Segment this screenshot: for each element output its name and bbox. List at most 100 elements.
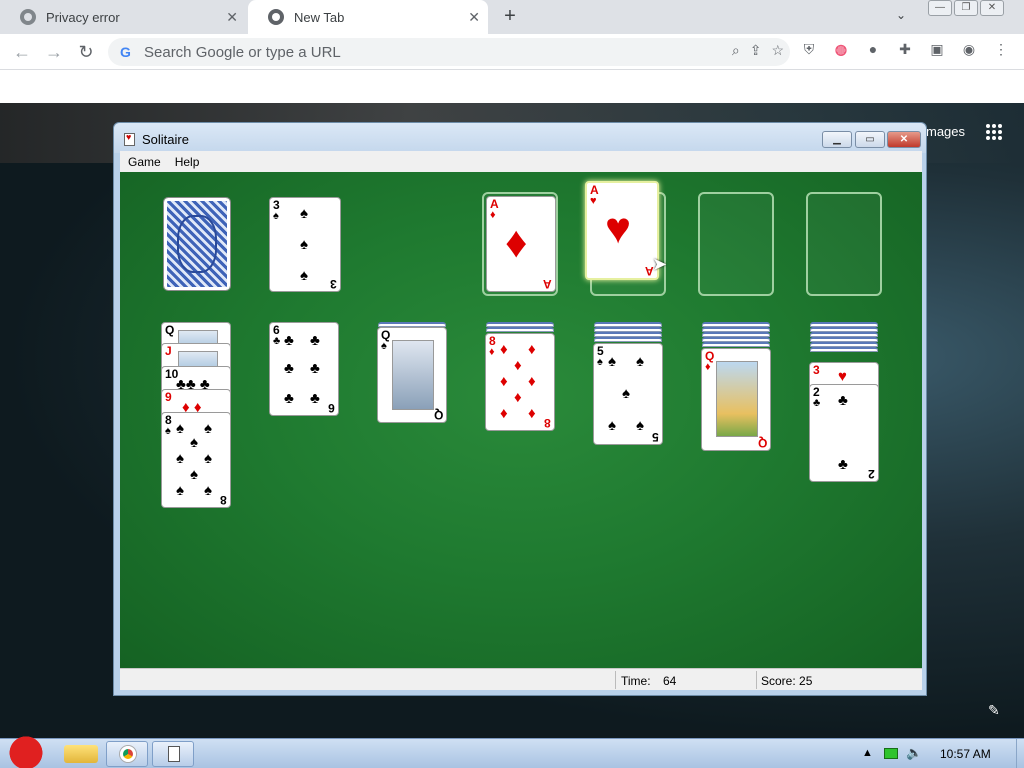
facedown-card-edge (810, 347, 878, 352)
spade-pip-icon: ♠ (204, 420, 212, 437)
card-rank-bottom: 8 (220, 493, 227, 507)
close-button[interactable]: ✕ (887, 131, 921, 148)
globe-icon (20, 9, 36, 25)
volume-icon[interactable]: 🔈 (906, 745, 922, 761)
tableau-card[interactable]: 5 ♠ ♠ ♠ ♠ ♠ ♠ 5 (593, 343, 663, 445)
tab-privacy-error[interactable]: Privacy error ✕ (0, 0, 246, 34)
shield-icon[interactable]: ⛨ (800, 40, 818, 58)
start-button[interactable] (4, 733, 48, 768)
facedown-card-edge (486, 327, 554, 332)
diamond-pip-icon: ♦ (514, 389, 522, 406)
game-table: 3 ♠ ♠ ♠ ♠ 3 A ♦ ♦ A A ♥ ♥ A ➤ Q J 10 ♣♣ … (120, 172, 922, 668)
menu-icon[interactable]: ⋮ (992, 40, 1010, 58)
chrome-icon (120, 746, 136, 762)
window-title: Solitaire (142, 132, 189, 147)
tab-new-tab[interactable]: New Tab ✕ (248, 0, 488, 34)
clock[interactable]: 10:57 AM (940, 747, 991, 761)
spade-pip-icon: ♠ (204, 482, 212, 499)
solitaire-taskbar-button[interactable] (152, 741, 194, 767)
club-pip-icon: ♣ (310, 390, 320, 407)
card-rank-bottom: 6 (328, 401, 335, 415)
foundation-slot[interactable] (806, 192, 882, 296)
minimize-button[interactable]: — (928, 0, 952, 16)
diamond-pip-icon: ♦ (500, 341, 508, 358)
card-suit: ♠ (165, 425, 171, 437)
card-suit: ♦ (489, 346, 495, 358)
back-button[interactable]: ← (10, 40, 34, 64)
sidepanel-icon[interactable]: ▣ (928, 40, 946, 58)
forward-button[interactable]: → (42, 40, 66, 64)
maximize-button[interactable]: ▭ (855, 131, 885, 148)
waste-card[interactable]: 3 ♠ ♠ ♠ ♠ 3 (269, 197, 341, 292)
foundation-card-hearts[interactable]: A ♥ ♥ A (585, 181, 659, 280)
card-rank-bottom: 3 (330, 277, 337, 291)
spade-pip-icon: ♠ (176, 450, 184, 467)
close-button[interactable]: ✕ (980, 0, 1004, 16)
spade-pip-icon: ♠ (190, 434, 198, 451)
tableau-card[interactable]: 2 ♣ ♣ ♣ 2 (809, 384, 879, 482)
file-explorer-icon[interactable] (64, 745, 98, 763)
solitaire-app-icon (124, 132, 135, 146)
profile-icon[interactable]: ◉ (960, 40, 978, 58)
spade-pip-icon: ♠ (608, 417, 616, 434)
menu-help[interactable]: Help (175, 155, 200, 169)
club-pip-icon: ♣ (310, 360, 320, 377)
stock-pile[interactable] (163, 197, 231, 291)
page-top-bar (0, 70, 1024, 103)
puzzle-icon[interactable]: ✚ (896, 40, 914, 58)
tab-close-icon[interactable]: ✕ (226, 9, 238, 26)
menu-game[interactable]: Game (128, 155, 161, 169)
tab-close-icon[interactable]: ✕ (468, 9, 480, 26)
spade-pip-icon: ♠ (300, 236, 308, 253)
tableau-card[interactable]: 6 ♣ ♣ ♣ ♣ ♣ ♣ ♣ 6 (269, 322, 339, 416)
foundation-slot[interactable] (698, 192, 774, 296)
bookmark-star-icon[interactable]: ☆ (771, 42, 784, 59)
tab-strip: Privacy error ✕ New Tab ✕ + ⌄ — ❐ ✕ (0, 0, 1024, 34)
show-desktop-button[interactable] (1016, 739, 1024, 768)
apps-grid-icon[interactable] (986, 124, 1002, 140)
facedown-card-edge (594, 337, 662, 342)
card-rank-bottom: 8 (544, 416, 551, 430)
google-icon: G (120, 44, 131, 60)
tableau-card[interactable]: 8 ♠ ♠ ♠ ♠ ♠ ♠ ♠ ♠ ♠ 8 (161, 412, 231, 508)
share-icon[interactable]: ⇪ (750, 42, 762, 59)
tab-search-dropdown-icon[interactable]: ⌄ (896, 8, 906, 22)
card-suit: ♠ (597, 356, 603, 368)
card-rank-bottom: 5 (652, 430, 659, 444)
card-rank: 3 (813, 363, 820, 377)
club-pip-icon: ♣ (284, 360, 294, 377)
status-separator (756, 671, 757, 689)
moon-icon[interactable]: ● (864, 40, 882, 58)
spade-pip-icon: ♠ (636, 417, 644, 434)
spade-pip-icon: ♠ (190, 466, 198, 483)
foundation-card-diamonds[interactable]: A ♦ ♦ A (486, 196, 556, 292)
battery-icon[interactable] (884, 748, 898, 759)
card-rank: Q (165, 323, 175, 337)
restore-button[interactable]: ❐ (954, 0, 978, 16)
solitaire-titlebar[interactable]: Solitaire ▁ ▭ ✕ (114, 123, 926, 153)
tableau-card[interactable]: Q ♠ Q (377, 327, 447, 423)
extension-badge-icon[interactable]: ◍ (832, 40, 850, 58)
reload-button[interactable]: ↻ (74, 40, 98, 64)
images-link[interactable]: mages (926, 124, 965, 139)
minimize-button[interactable]: ▁ (822, 131, 852, 148)
tray-expand-icon[interactable]: ▲ (862, 747, 873, 759)
card-suit: ♠ (381, 340, 387, 352)
chrome-taskbar-button[interactable] (106, 741, 148, 767)
tab-label: Privacy error (46, 9, 120, 25)
extension-bar: ⛨ ◍ ● ✚ ▣ ◉ ⋮ (800, 40, 1010, 58)
omnibox[interactable]: G Search Google or type a URL ⌕ ⇪ ☆ (108, 38, 790, 66)
edit-pencil-icon[interactable]: ✎ (988, 702, 1000, 719)
time-value: 64 (663, 674, 677, 688)
omnibox-placeholder[interactable]: Search Google or type a URL (144, 44, 341, 61)
chrome-icon (268, 9, 284, 25)
diamond-pip-icon: ♦ (528, 373, 536, 390)
new-tab-button[interactable]: + (498, 5, 522, 28)
tableau-card[interactable]: 8 ♦ ♦ ♦ ♦ ♦ ♦ ♦ ♦ ♦ 8 (485, 333, 555, 431)
window-controls: — ❐ ✕ (926, 0, 1004, 18)
tableau-card[interactable]: Q ♦ Q (701, 348, 771, 451)
diamond-pip-icon: ♦ (500, 405, 508, 422)
zoom-icon[interactable]: ⌕ (732, 42, 740, 59)
card-rank-bottom: Q (757, 436, 767, 450)
card-rank: J (165, 344, 172, 358)
